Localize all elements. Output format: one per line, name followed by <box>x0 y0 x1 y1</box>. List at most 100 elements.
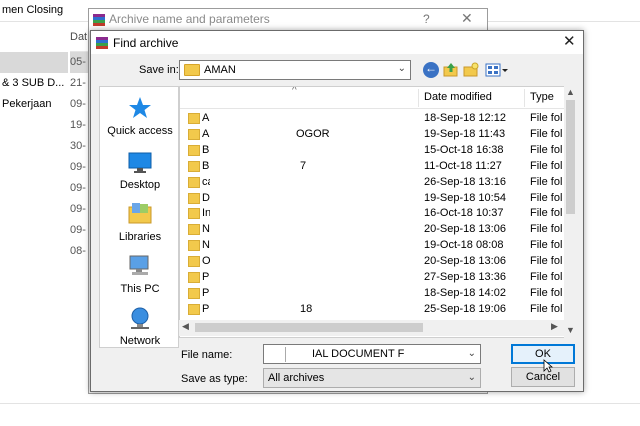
column-separator <box>418 89 419 107</box>
background-date-cell: 19- <box>70 119 86 131</box>
archive-help-button[interactable]: ? <box>423 12 430 26</box>
this-pc-icon <box>129 255 149 275</box>
file-list-row[interactable]: In 16-Oct-18 10:37 File fol <box>180 206 564 222</box>
background-list-item[interactable] <box>0 241 68 262</box>
place-desktop[interactable]: Desktop <box>100 149 180 191</box>
background-list-item[interactable] <box>0 157 68 178</box>
file-list-row[interactable]: B 7 11-Oct-18 11:27 File fol <box>180 158 564 174</box>
redaction-mask <box>210 270 420 285</box>
file-list-row[interactable]: Pl 18-Sep-18 14:02 File fol <box>180 285 564 301</box>
file-list-row[interactable]: P 27-Sep-18 13:36 File fol <box>180 270 564 285</box>
type-cell: File fol <box>530 127 563 140</box>
redaction-mask <box>210 285 420 301</box>
place-label: Quick access <box>107 125 173 137</box>
background-date-header[interactable]: Dat <box>70 22 90 52</box>
folder-icon <box>188 287 200 299</box>
scrollbar-thumb[interactable] <box>195 323 423 332</box>
date-modified-cell: 18-Sep-18 12:12 <box>424 112 506 124</box>
type-cell: File fol <box>530 302 563 315</box>
winrar-icon <box>96 37 108 49</box>
file-list-row[interactable]: D 19-Sep-18 10:54 File fol <box>180 190 564 206</box>
scroll-down-icon[interactable]: ▼ <box>566 325 575 335</box>
type-cell: File fol <box>530 286 563 299</box>
chevron-down-icon[interactable]: ⌄ <box>468 348 476 359</box>
folder-icon <box>188 303 200 315</box>
date-modified-cell: 19-Sep-18 10:54 <box>424 191 506 204</box>
chevron-down-icon: ⌄ <box>467 372 476 383</box>
column-name-header[interactable]: Name <box>202 91 231 103</box>
place-network[interactable]: Network <box>100 305 180 347</box>
background-date-cell: 09- <box>70 203 86 215</box>
date-modified-cell: 27-Sep-18 13:36 <box>424 271 506 283</box>
folder-icon <box>184 64 200 76</box>
background-list-item[interactable] <box>0 199 68 220</box>
file-list-row[interactable]: Pl 18 25-Sep-18 19:06 File fol <box>180 301 564 317</box>
folder-icon <box>188 160 200 172</box>
background-list-item[interactable] <box>0 136 68 157</box>
type-cell: File fol <box>530 175 563 188</box>
folder-icon <box>188 272 200 283</box>
new-folder-icon <box>463 62 479 77</box>
column-separator <box>524 89 525 107</box>
place-libraries[interactable]: Libraries <box>100 201 180 243</box>
background-list-item[interactable] <box>0 52 68 73</box>
place-this-pc[interactable]: This PC <box>100 253 180 295</box>
save-as-type-select[interactable]: All archives ⌄ <box>263 368 481 388</box>
background-list-item[interactable]: & 3 SUB D... <box>0 73 68 94</box>
file-name-cell: B <box>202 143 210 156</box>
back-button[interactable] <box>423 61 439 78</box>
redaction-mask <box>240 63 380 78</box>
file-list-header: Name ^ Date modified Type <box>180 87 564 109</box>
redaction-mask <box>210 206 420 222</box>
type-cell: File fol <box>530 159 563 172</box>
background-list-item[interactable] <box>0 115 68 136</box>
background-divider <box>0 403 640 404</box>
folder-icon <box>188 113 200 124</box>
folder-icon <box>188 176 200 188</box>
scroll-left-icon[interactable]: ◀ <box>182 321 189 332</box>
scroll-right-icon[interactable]: ▶ <box>551 321 558 332</box>
background-list-item[interactable] <box>0 220 68 241</box>
scrollbar-thumb[interactable] <box>566 100 575 214</box>
file-name-input[interactable] <box>264 345 464 363</box>
vertical-scrollbar[interactable]: ▲ ▼ <box>564 86 577 338</box>
places-bar: Quick access Desktop Libraries This PC N… <box>99 86 179 348</box>
background-list-item[interactable] <box>0 178 68 199</box>
date-modified-cell: 26-Sep-18 13:16 <box>424 175 506 188</box>
quick-access-icon <box>129 97 151 118</box>
file-list-row[interactable]: B 15-Oct-18 16:38 File fol <box>180 142 564 158</box>
file-list-row[interactable]: ca 26-Sep-18 13:16 File fol <box>180 174 564 190</box>
winrar-icon <box>93 14 105 26</box>
horizontal-scrollbar[interactable]: ◀ ▶ <box>179 320 564 336</box>
file-list-row[interactable]: O 20-Sep-18 13:06 File fol <box>180 254 564 270</box>
background-date-cell: 05- <box>70 52 90 73</box>
find-close-button[interactable]: ✕ <box>563 32 576 50</box>
find-dialog-title: Find archive <box>113 36 179 50</box>
type-cell: File fol <box>530 271 563 283</box>
file-list-row[interactable]: A 18-Sep-18 12:12 File fol <box>180 111 564 126</box>
file-name-cell: P <box>202 271 210 283</box>
file-list-row[interactable]: N 19-Oct-18 08:08 File fol <box>180 238 564 254</box>
column-date-header[interactable]: Date modified <box>424 91 492 103</box>
file-name-fragment: OGOR <box>296 127 330 140</box>
archive-close-button[interactable]: ✕ <box>461 10 473 27</box>
file-list[interactable]: Name ^ Date modified Type A 18-Sep-18 12:… <box>179 86 577 338</box>
file-list-row[interactable]: N 20-Sep-18 13:06 File fol <box>180 222 564 238</box>
up-folder-button[interactable] <box>443 62 459 78</box>
file-name-cell: A <box>202 112 210 124</box>
archive-dialog-title-bar: Archive name and parameters ? ✕ <box>89 9 487 31</box>
file-name-label: File name: <box>181 349 233 361</box>
file-list-row[interactable]: A OGOR 19-Sep-18 11:43 File fol <box>180 126 564 142</box>
view-menu-button[interactable] <box>485 62 509 78</box>
save-in-dropdown[interactable]: AMAN ⌄ <box>179 60 411 80</box>
archive-dialog-title: Archive name and parameters <box>109 12 270 26</box>
redaction-mask <box>210 111 420 126</box>
file-name-field[interactable]: ⌄ <box>263 344 481 364</box>
place-quick-access[interactable]: Quick access <box>100 95 180 137</box>
new-folder-button[interactable] <box>463 62 479 78</box>
scroll-up-icon[interactable]: ▲ <box>566 87 575 97</box>
column-type-header[interactable]: Type <box>530 91 554 103</box>
date-modified-cell: 19-Sep-18 11:43 <box>424 127 506 140</box>
chevron-down-icon: ⌄ <box>397 63 406 74</box>
background-list-item[interactable]: Pekerjaan <box>0 94 68 115</box>
